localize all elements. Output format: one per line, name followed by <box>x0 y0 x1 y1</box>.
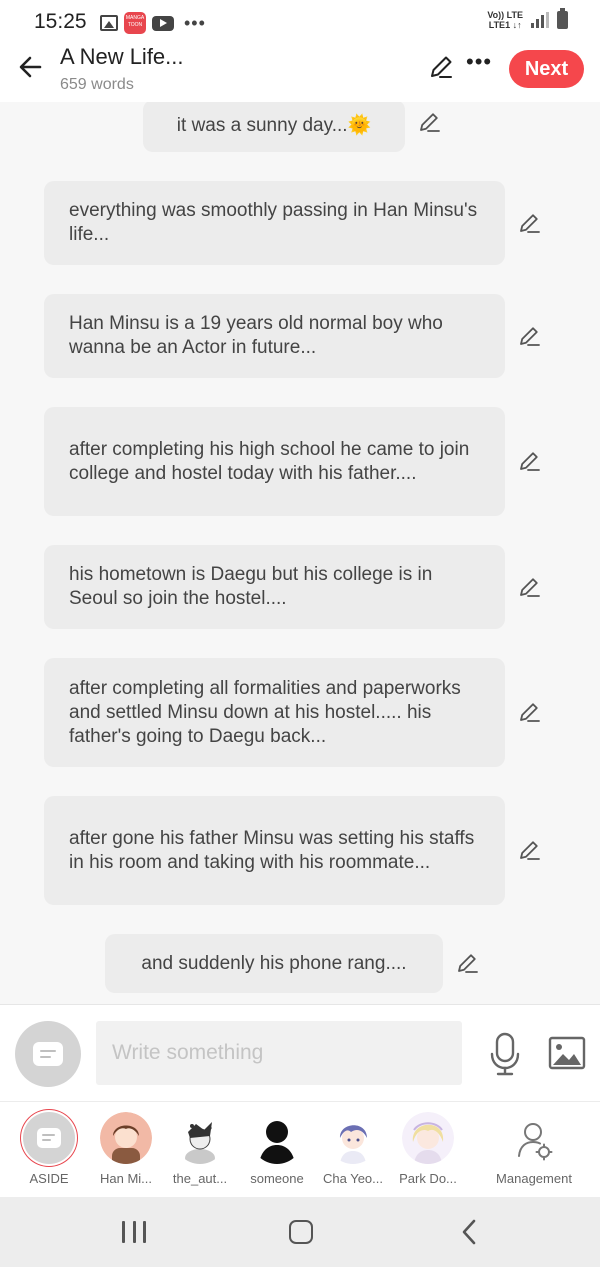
avatar <box>251 1112 303 1164</box>
character-label: Park Do... <box>399 1171 457 1186</box>
character-management[interactable]: Management <box>496 1102 572 1198</box>
aside-toggle-button[interactable] <box>15 1021 81 1087</box>
avatar <box>402 1112 454 1164</box>
message-icon <box>37 1128 61 1148</box>
mangatoon-app-icon: MANGA TOON <box>124 12 146 34</box>
edit-message-icon[interactable] <box>517 574 543 600</box>
signal-icon <box>531 12 549 28</box>
message-text: it was a sunny day...🌞 <box>176 115 372 136</box>
dialogue-list[interactable]: it was a sunny day...🌞 everything was sm… <box>0 102 600 1004</box>
status-time: 15:25 <box>34 10 87 33</box>
status-bar: 15:25 MANGA TOON ••• Vo)) LTE LTE1 ↓↑ <box>0 0 600 44</box>
character-label: Management <box>496 1171 572 1186</box>
story-title: A New Life... <box>60 44 184 69</box>
back-nav-icon[interactable] <box>458 1218 480 1246</box>
message-bubble[interactable]: his hometown is Daegu but his college is… <box>44 545 505 629</box>
message-bubble[interactable]: Han Minsu is a 19 years old normal boy w… <box>44 294 505 378</box>
microphone-icon[interactable] <box>488 1031 522 1077</box>
character-park-do[interactable]: Park Do... <box>399 1102 457 1198</box>
lte-top-label: Vo)) LTE <box>487 10 523 20</box>
edit-title-icon[interactable] <box>426 52 456 82</box>
manage-characters-icon <box>518 1123 553 1161</box>
edit-message-icon[interactable] <box>517 210 543 236</box>
avatar <box>174 1112 226 1164</box>
message-bubble[interactable]: after gone his father Minsu was setting … <box>44 796 505 905</box>
edit-message-icon[interactable] <box>417 109 443 135</box>
more-notifications-icon: ••• <box>184 13 206 33</box>
next-button[interactable]: Next <box>509 50 584 88</box>
lte-indicator: Vo)) LTE LTE1 ↓↑ <box>487 10 523 30</box>
edit-message-icon[interactable] <box>517 699 543 725</box>
insert-image-icon[interactable] <box>548 1035 586 1071</box>
system-navigation-bar <box>0 1197 600 1267</box>
edit-message-icon[interactable] <box>455 950 481 976</box>
notification-icons: MANGA TOON ••• <box>100 12 206 34</box>
gallery-icon <box>100 15 118 31</box>
message-text: after completing all formalities and pap… <box>69 677 461 747</box>
word-count: 659 words <box>60 76 134 93</box>
composer-bar <box>0 1004 600 1101</box>
back-arrow-icon[interactable] <box>14 50 48 84</box>
character-aside[interactable]: ASIDE <box>23 1102 75 1198</box>
message-text: Han Minsu is a 19 years old normal boy w… <box>69 313 443 358</box>
lte-bottom-label: LTE1 ↓↑ <box>488 20 522 30</box>
message-text: after gone his father Minsu was setting … <box>69 827 475 873</box>
message-text: after completing his high school he came… <box>69 438 470 484</box>
more-options-icon[interactable]: ••• <box>466 50 492 74</box>
message-text: and suddenly his phone rang.... <box>141 952 407 974</box>
avatar <box>100 1112 152 1164</box>
message-bubble[interactable]: everything was smoothly passing in Han M… <box>44 181 505 265</box>
character-han-minsu[interactable]: Han Mi... <box>100 1102 152 1198</box>
character-cha-yeo[interactable]: Cha Yeo... <box>323 1102 383 1198</box>
aside-avatar <box>23 1112 75 1164</box>
message-text: his hometown is Daegu but his college is… <box>69 564 433 609</box>
youtube-icon <box>152 15 174 31</box>
message-text: everything was smoothly passing in Han M… <box>69 200 478 245</box>
message-bubble[interactable]: and suddenly his phone rang.... <box>105 934 443 993</box>
recent-apps-icon[interactable] <box>122 1221 146 1243</box>
write-something-input[interactable] <box>96 1021 462 1085</box>
edit-message-icon[interactable] <box>517 448 543 474</box>
message-bubble[interactable]: it was a sunny day...🌞 <box>143 102 405 152</box>
character-someone[interactable]: someone <box>250 1102 304 1198</box>
battery-icon <box>557 8 568 29</box>
avatar <box>327 1112 379 1164</box>
system-indicators: Vo)) LTE LTE1 ↓↑ <box>487 8 568 30</box>
message-bubble[interactable]: after completing his high school he came… <box>44 407 505 516</box>
character-selector: ASIDE Han Mi... the_aut... someone Cha Y… <box>0 1101 600 1197</box>
message-bubble[interactable]: after completing all formalities and pap… <box>44 658 505 767</box>
edit-message-icon[interactable] <box>517 323 543 349</box>
edit-message-icon[interactable] <box>517 837 543 863</box>
character-the-author[interactable]: the_aut... <box>173 1102 227 1198</box>
message-icon <box>33 1042 63 1066</box>
home-icon[interactable] <box>289 1220 313 1244</box>
story-header: A New Life... 659 words ••• Next <box>0 44 600 102</box>
